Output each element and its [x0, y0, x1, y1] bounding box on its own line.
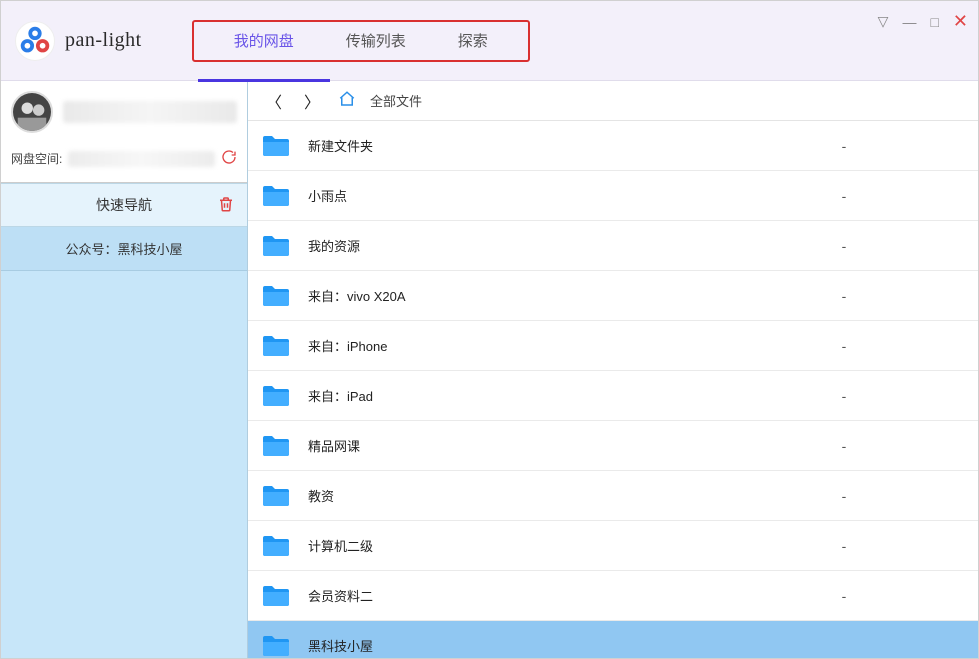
file-meta: -	[824, 288, 864, 304]
file-meta: -	[824, 488, 864, 504]
file-row[interactable]: 小雨点 -	[248, 171, 978, 221]
folder-icon	[262, 485, 290, 507]
file-name: 我的资源	[308, 236, 806, 255]
file-name: 精品网课	[308, 436, 806, 455]
file-name: 教资	[308, 486, 806, 505]
home-icon[interactable]	[338, 90, 356, 111]
app-title: pan-light	[65, 29, 142, 52]
file-name: 计算机二级	[308, 536, 806, 555]
folder-icon	[262, 235, 290, 257]
file-row[interactable]: 黑科技小屋	[248, 621, 978, 658]
file-row[interactable]: 计算机二级 -	[248, 521, 978, 571]
tab-my-disk[interactable]: 我的网盘	[208, 22, 320, 60]
file-name: 会员资料二	[308, 586, 806, 605]
sidebar-item-quicknav[interactable]: 快速导航	[1, 183, 247, 227]
tab-transfer-list[interactable]: 传输列表	[320, 22, 432, 60]
file-meta: -	[824, 338, 864, 354]
file-name: 小雨点	[308, 186, 806, 205]
close-button[interactable]: ✕	[953, 11, 968, 32]
folder-icon	[262, 435, 290, 457]
file-row[interactable]: 来自：iPad -	[248, 371, 978, 421]
folder-icon	[262, 635, 290, 657]
nav-forward-button[interactable]: 〉	[300, 87, 324, 115]
folder-icon	[262, 285, 290, 307]
sidebar-fill	[1, 271, 247, 658]
file-meta: -	[824, 388, 864, 404]
file-meta: -	[824, 438, 864, 454]
file-row[interactable]: 会员资料二 -	[248, 571, 978, 621]
sidebar-item-label: 快速导航	[96, 195, 152, 215]
breadcrumb: 〈 〉 全部文件	[248, 81, 978, 121]
folder-icon	[262, 585, 290, 607]
username-blurred	[63, 101, 237, 123]
breadcrumb-path: 全部文件	[370, 91, 422, 110]
file-name: 黑科技小屋	[308, 636, 806, 655]
maximize-button[interactable]: □	[930, 14, 938, 30]
folder-icon	[262, 185, 290, 207]
body: 网盘空间: 快速导航 公众号：黑科技小屋	[1, 81, 978, 658]
folder-icon	[262, 335, 290, 357]
storage-label: 网盘空间:	[11, 150, 62, 167]
file-row[interactable]: 我的资源 -	[248, 221, 978, 271]
file-meta: -	[824, 538, 864, 554]
storage-row: 网盘空间:	[11, 149, 237, 168]
header: pan-light 我的网盘 传输列表 探索 ▽ — □ ✕	[1, 1, 978, 81]
avatar	[11, 91, 53, 133]
file-list[interactable]: 新建文件夹 - 小雨点 - 我的资源 - 来自：vivo X20A - 来自：iPhon…	[248, 121, 978, 658]
main: 〈 〉 全部文件 新建文件夹 - 小雨点 - 我的资源 - 来自：vivo X20A -…	[248, 81, 978, 658]
user-row	[11, 91, 237, 133]
nav-back-button[interactable]: 〈	[262, 87, 286, 115]
tabs-highlighted: 我的网盘 传输列表 探索	[192, 20, 530, 62]
sidebar-item-label: 公众号：黑科技小屋	[65, 239, 182, 258]
folder-icon	[262, 385, 290, 407]
sidebar: 网盘空间: 快速导航 公众号：黑科技小屋	[1, 81, 248, 658]
logo-wrap: pan-light	[15, 21, 142, 61]
file-row[interactable]: 精品网课 -	[248, 421, 978, 471]
file-meta: -	[824, 138, 864, 154]
refresh-icon[interactable]	[221, 149, 237, 168]
file-row[interactable]: 来自：vivo X20A -	[248, 271, 978, 321]
folder-icon	[262, 135, 290, 157]
file-name: 来自：iPhone	[308, 336, 806, 355]
file-row[interactable]: 来自：iPhone -	[248, 321, 978, 371]
tab-explore[interactable]: 探索	[432, 22, 514, 60]
user-block: 网盘空间:	[1, 81, 247, 183]
file-row[interactable]: 教资 -	[248, 471, 978, 521]
file-name: 来自：vivo X20A	[308, 286, 806, 305]
file-row[interactable]: 新建文件夹 -	[248, 121, 978, 171]
folder-icon	[262, 535, 290, 557]
file-meta: -	[824, 588, 864, 604]
file-meta: -	[824, 188, 864, 204]
file-meta: -	[824, 238, 864, 254]
file-name: 新建文件夹	[308, 136, 806, 155]
sidebar-item-wechat[interactable]: 公众号：黑科技小屋	[1, 227, 247, 271]
file-name: 来自：iPad	[308, 386, 806, 405]
minimize-button[interactable]: —	[902, 14, 916, 30]
window-controls: ▽ — □ ✕	[878, 11, 968, 32]
app-logo-icon	[15, 21, 55, 61]
dropdown-icon[interactable]: ▽	[878, 13, 889, 30]
storage-value-blurred	[68, 151, 215, 167]
trash-icon[interactable]	[217, 195, 235, 216]
